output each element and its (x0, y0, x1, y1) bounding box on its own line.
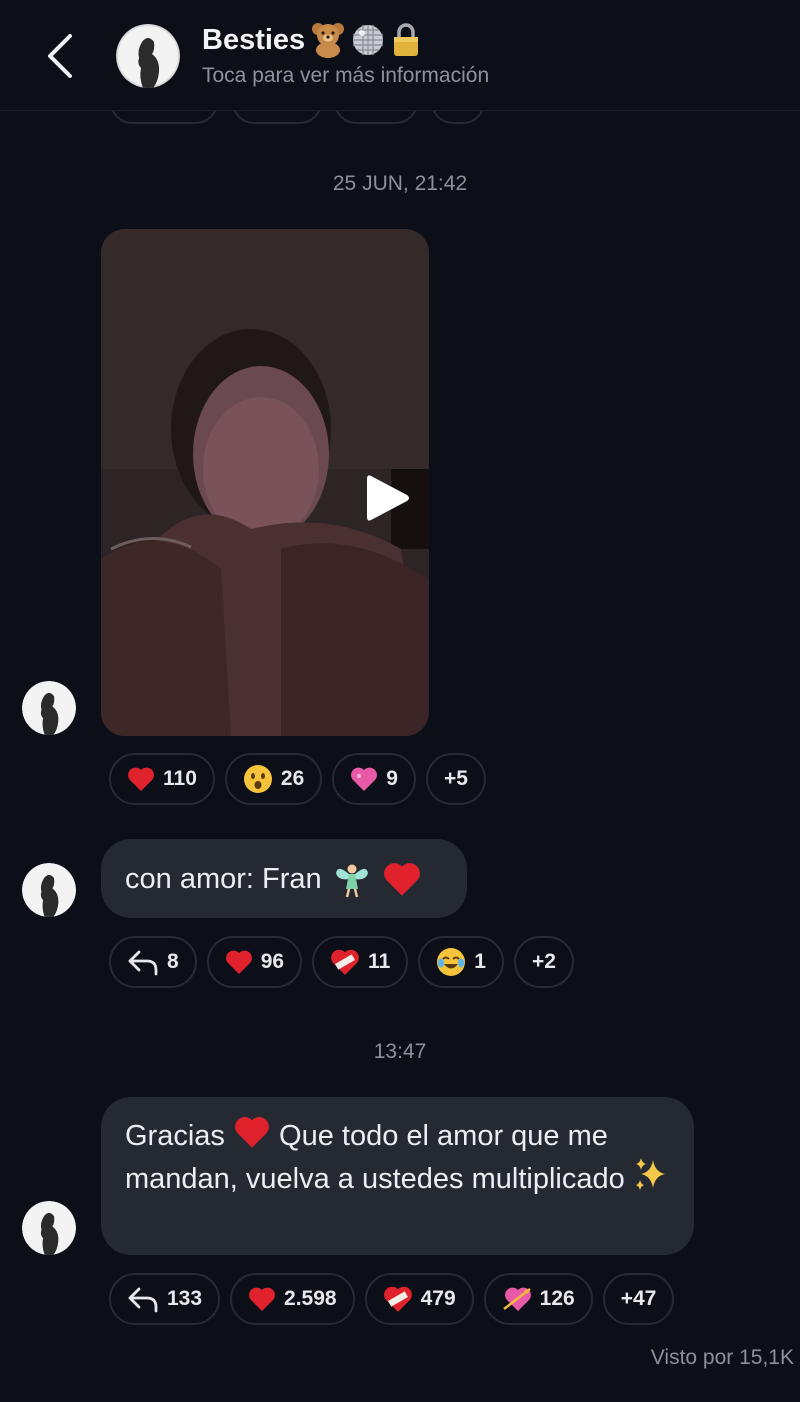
play-icon[interactable] (365, 473, 411, 523)
red-heart-icon (235, 1117, 269, 1148)
reaction-count: 126 (539, 1287, 575, 1310)
sender-avatar[interactable] (22, 1201, 76, 1255)
sparkles-icon (635, 1158, 665, 1190)
reaction-chip[interactable]: 96 (206, 936, 303, 988)
more-reactions-chip[interactable]: +47 (602, 1273, 675, 1325)
reaction-bar: 8 96 11 1 +2 (109, 936, 574, 988)
seen-by-label[interactable]: Visto por 15,1K (651, 1346, 794, 1370)
surprised-face-icon (243, 765, 272, 793)
reaction-count: +2 (531, 950, 556, 973)
reaction-chip[interactable]: 110 (109, 753, 215, 805)
reaction-count: 110 (163, 767, 197, 790)
replies-chip[interactable]: 8 (109, 936, 197, 988)
red-heart-icon (128, 767, 154, 791)
reaction-count: +47 (620, 1287, 657, 1310)
avatar-photo-icon (22, 1201, 76, 1255)
fairy-icon (335, 864, 368, 897)
reaction-chip[interactable]: 26 (224, 753, 323, 805)
heart-bandage-icon (383, 1286, 412, 1312)
chat-title[interactable]: Besties (202, 22, 421, 58)
message-bubble[interactable]: Gracias Que todo el amor que me mandan, … (101, 1097, 694, 1255)
reaction-bar: 133 2.598 479 126 +47 (109, 1273, 675, 1325)
reaction-count: 1 (474, 950, 486, 973)
reaction-count: +5 (443, 767, 468, 790)
reaction-count: 26 (280, 767, 305, 790)
reaction-chip[interactable]: 9 (332, 753, 416, 805)
heart-bandage-icon (331, 949, 359, 975)
reaction-count: 133 (167, 1287, 203, 1310)
more-reactions-chip[interactable]: +5 (425, 753, 486, 805)
avatar-photo-icon (116, 24, 180, 88)
chat-screen: Besties Toca para ver más información 25… (0, 0, 800, 1402)
reaction-count: 96 (260, 950, 285, 973)
group-avatar[interactable] (116, 24, 180, 88)
reaction-count: 8 (167, 950, 179, 973)
reaction-chip[interactable]: 1 (418, 936, 504, 988)
reply-icon (128, 1287, 158, 1313)
message-text: con amor: Fran (125, 862, 322, 895)
heart-arrow-icon (502, 1287, 531, 1311)
reaction-bar: 110 26 9 +5 (109, 753, 486, 805)
red-heart-icon (225, 950, 252, 974)
message-text-start: Gracias (125, 1120, 225, 1152)
reply-icon (128, 950, 158, 976)
video-message[interactable] (101, 229, 429, 736)
avatar-photo-icon (22, 681, 76, 735)
message-timestamp: 13:47 (373, 1040, 427, 1063)
chevron-left-icon (48, 34, 72, 78)
pink-heart-icon (351, 767, 378, 791)
sender-avatar[interactable] (22, 863, 76, 917)
reaction-count: 2.598 (284, 1287, 337, 1310)
chat-header[interactable]: Besties Toca para ver más información (0, 0, 800, 111)
message-bubble[interactable]: con amor: Fran (101, 839, 467, 918)
chat-title-text: Besties (202, 23, 306, 56)
reaction-count: 11 (368, 950, 391, 973)
replies-chip[interactable]: 133 (109, 1273, 221, 1325)
more-reactions-chip[interactable]: +2 (513, 936, 574, 988)
reaction-count: 9 (386, 767, 398, 790)
lock-icon (394, 23, 419, 56)
chat-subtitle[interactable]: Toca para ver más información (202, 64, 489, 88)
teddy-bear-icon (312, 23, 345, 58)
back-button[interactable] (38, 30, 82, 82)
disco-ball-icon (353, 25, 384, 55)
avatar-photo-icon (22, 863, 76, 917)
red-heart-icon (249, 1287, 275, 1311)
reaction-chip[interactable]: 126 (483, 1273, 593, 1325)
reaction-chip[interactable]: 479 (364, 1273, 474, 1325)
reaction-chip[interactable]: 11 (312, 936, 409, 988)
reaction-chip[interactable]: 2.598 (230, 1273, 355, 1325)
red-heart-icon (383, 862, 420, 896)
laughing-face-icon (437, 948, 466, 976)
reaction-count: 479 (420, 1287, 456, 1310)
sender-avatar[interactable] (22, 681, 76, 735)
message-timestamp: 25 JUN, 21:42 (332, 172, 468, 195)
